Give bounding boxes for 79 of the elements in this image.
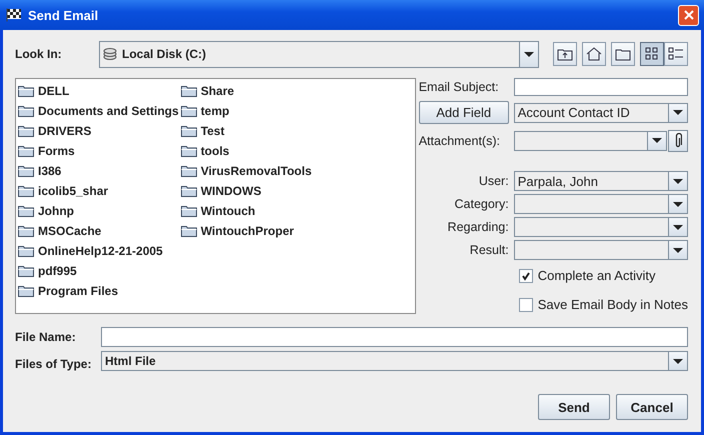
field-label: Regarding: xyxy=(446,220,510,234)
folder-item[interactable]: icolib5_shar xyxy=(18,181,179,201)
folder-icon xyxy=(180,85,197,97)
list-icon xyxy=(668,46,684,62)
folder-item[interactable]: Documents and Settings xyxy=(18,101,179,121)
file-type-label: Files of Type: xyxy=(15,357,92,371)
folder-icon xyxy=(180,125,197,137)
file-name-field[interactable] xyxy=(101,327,688,347)
check-icon xyxy=(520,270,531,280)
folder-item[interactable]: VirusRemovalTools xyxy=(180,161,312,181)
folder-item[interactable]: I386 xyxy=(18,161,179,181)
folder-item[interactable]: Johnp xyxy=(18,201,179,221)
folder-icon xyxy=(18,225,34,237)
disk-icon xyxy=(103,47,117,61)
folder-icon xyxy=(180,145,197,157)
cancel-button[interactable]: Cancel xyxy=(616,394,688,420)
folder-item[interactable]: temp xyxy=(180,101,312,121)
checkbox-option[interactable]: Complete an Activity xyxy=(518,268,688,283)
folder-icon xyxy=(180,205,197,217)
folder-item[interactable]: DELL xyxy=(18,81,179,101)
home-icon xyxy=(586,46,602,62)
folder-item[interactable]: Share xyxy=(180,81,312,101)
file-type-dropdown[interactable]: Html File xyxy=(101,351,688,371)
folder-item[interactable]: WintouchProper xyxy=(180,221,312,241)
close-icon xyxy=(684,10,694,20)
checkbox-option[interactable]: Save Email Body in Notes xyxy=(518,297,688,312)
folder-icon xyxy=(18,85,34,97)
folder-item[interactable]: Forms xyxy=(18,141,179,161)
folder-icon xyxy=(18,285,34,297)
folder-item[interactable]: OnlineHelp12-21-2005 xyxy=(18,241,179,261)
folder-icon xyxy=(18,205,34,217)
folder-icon xyxy=(180,165,197,177)
folder-item[interactable]: WINDOWS xyxy=(180,181,312,201)
folder-item[interactable]: Test xyxy=(180,121,312,141)
folder-icon xyxy=(18,245,34,257)
folder-icon xyxy=(18,185,34,197)
look-in-dropdown[interactable]: Local Disk (C:) xyxy=(99,40,539,68)
email-subject-label: Email Subject: xyxy=(418,80,500,94)
folder-item[interactable]: DRIVERS xyxy=(18,121,179,141)
look-in-label: Look In: xyxy=(15,47,63,61)
folder-icon xyxy=(180,185,197,197)
send-button[interactable]: Send xyxy=(538,394,610,420)
folder-icon xyxy=(18,145,34,157)
home-button[interactable] xyxy=(582,42,606,66)
folder-icon xyxy=(180,225,197,237)
checkered-flag-icon xyxy=(6,8,22,22)
folder-icon xyxy=(18,105,34,117)
window-title: Send Email xyxy=(28,8,100,22)
up-folder-button[interactable] xyxy=(553,42,577,66)
list-view-button[interactable] xyxy=(640,42,664,66)
checkbox[interactable] xyxy=(518,298,533,312)
grid-icon xyxy=(644,46,660,62)
attachments-label: Attachment(s): xyxy=(418,134,501,148)
folder-item[interactable]: MSOCache xyxy=(18,221,179,241)
email-subject-field[interactable] xyxy=(514,78,688,96)
field-label: User: xyxy=(478,174,510,188)
folder-icon xyxy=(180,105,197,117)
folder-item[interactable]: pdf995 xyxy=(18,261,179,281)
folder-icon xyxy=(18,125,34,137)
file-name-label: File Name: xyxy=(15,330,77,344)
paperclip-icon xyxy=(674,132,682,148)
field-label: Category: xyxy=(454,197,510,211)
folder-item[interactable]: tools xyxy=(180,141,312,161)
new-folder-button[interactable] xyxy=(611,42,635,66)
details-view-button[interactable] xyxy=(664,42,688,66)
select-dropdown[interactable]: Parpala, John xyxy=(514,171,688,191)
folder-item[interactable]: Wintouch xyxy=(180,201,312,221)
folder-icon xyxy=(18,265,34,277)
checkbox[interactable] xyxy=(518,268,533,282)
select-dropdown[interactable] xyxy=(514,217,688,237)
folder-item[interactable]: Program Files xyxy=(18,281,179,301)
paperclip-button[interactable] xyxy=(668,130,688,152)
field-dropdown[interactable]: Account Contact ID xyxy=(514,102,688,122)
close-button[interactable] xyxy=(678,4,699,26)
folder-icon xyxy=(18,165,34,177)
add-field-button[interactable]: Add Field xyxy=(418,101,509,124)
field-label: Result: xyxy=(468,243,510,257)
select-dropdown[interactable] xyxy=(514,194,688,214)
select-dropdown[interactable] xyxy=(514,240,688,260)
